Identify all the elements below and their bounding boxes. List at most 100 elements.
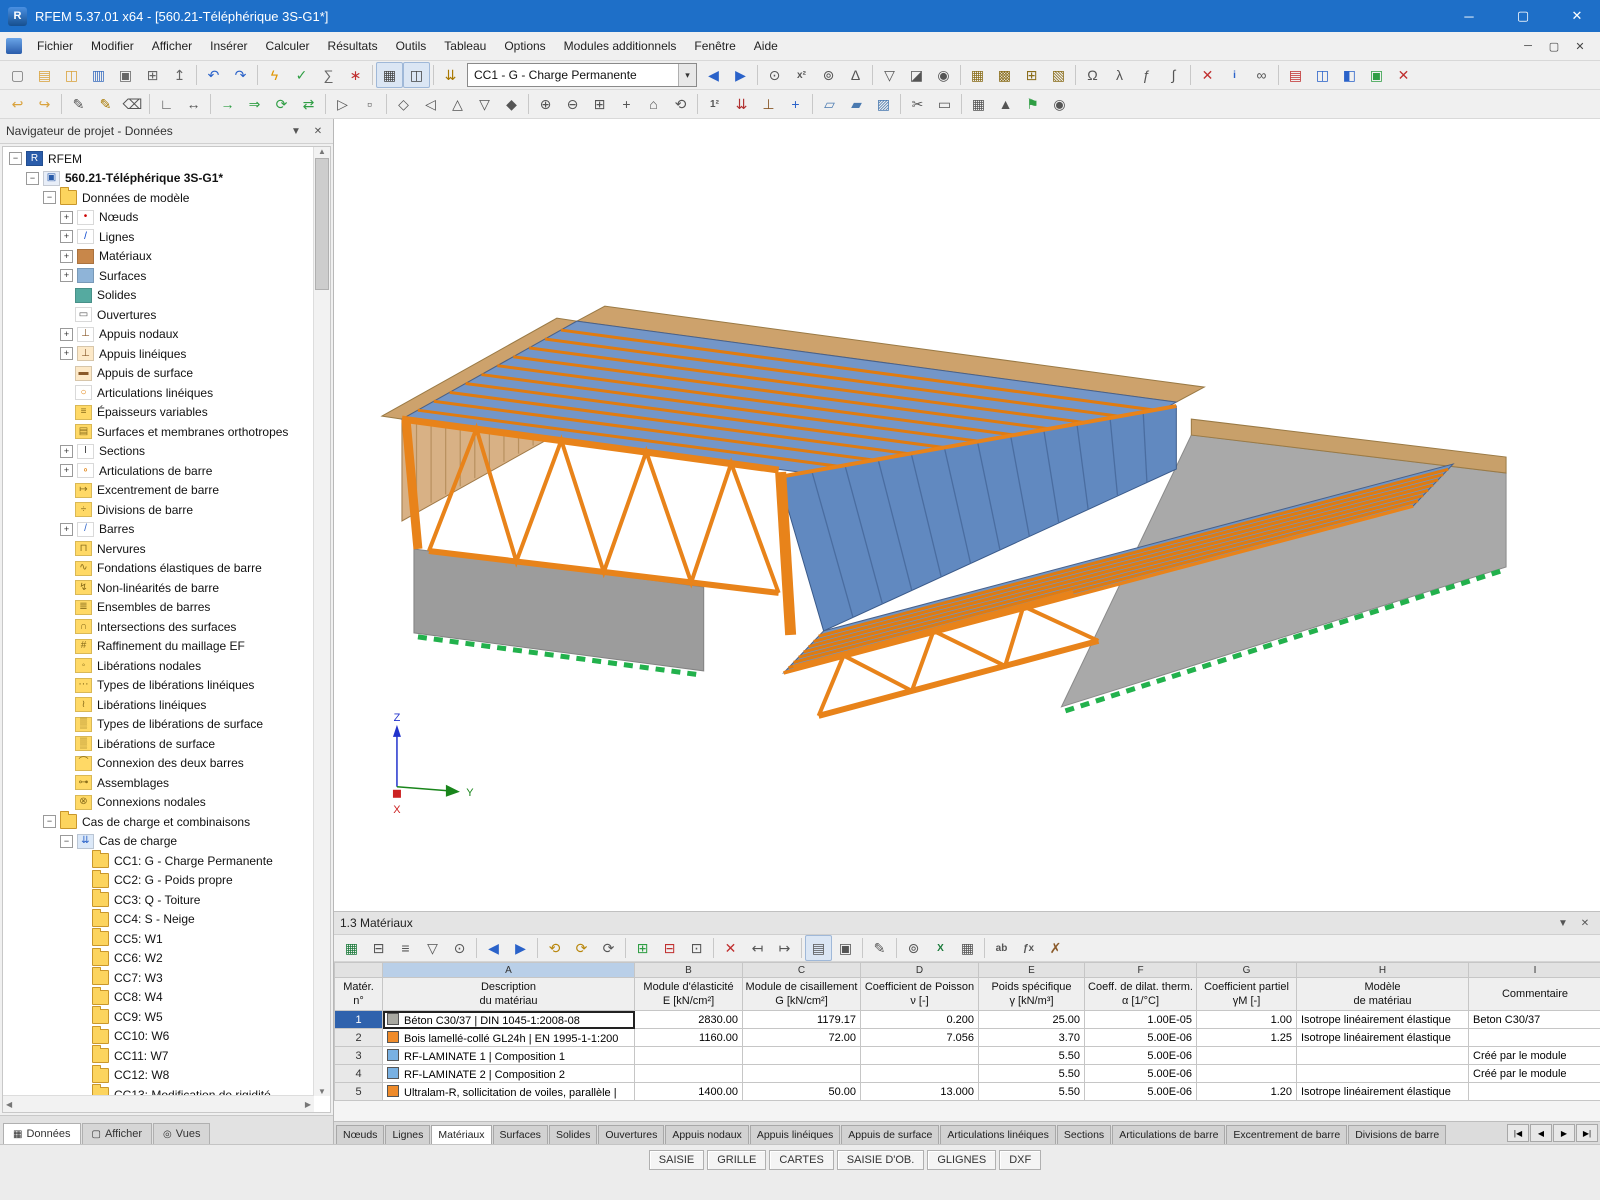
close-button[interactable]: ✕ — [1554, 0, 1600, 32]
table-cell[interactable] — [635, 1047, 743, 1065]
row-number-cell[interactable]: 1 — [335, 1011, 383, 1029]
table-cell[interactable]: 5.00E-06 — [1085, 1083, 1197, 1101]
tree-item-cas-de-charge[interactable]: −⇊Cas de charge — [3, 832, 314, 852]
tree-item-raffinement-du-maillage-ef[interactable]: #Raffinement du maillage EF — [3, 637, 314, 657]
scroll-up-icon[interactable]: ▲ — [318, 147, 326, 156]
column-letter-I[interactable]: I — [1469, 963, 1600, 978]
load-wizard-icon[interactable]: λ — [1106, 62, 1133, 88]
status-dxf[interactable]: DXF — [999, 1150, 1041, 1170]
show-numbering-icon[interactable]: 1² — [701, 91, 728, 117]
next-tab-button[interactable]: ▶ — [1553, 1124, 1575, 1142]
next-load-case-icon[interactable]: ▶ — [727, 62, 754, 88]
table-cell[interactable]: Beton C30/37 — [1469, 1011, 1600, 1029]
tree-item-cc11-w7[interactable]: CC11: W7 — [3, 1046, 314, 1066]
table-cell[interactable] — [635, 1065, 743, 1083]
tree-vertical-scrollbar[interactable]: ▲ ▼ — [313, 147, 330, 1096]
table-cell[interactable]: Isotrope linéairement élastique — [1297, 1029, 1469, 1047]
edit-forward-icon[interactable]: ↪ — [31, 91, 58, 117]
table-to-end-icon[interactable]: ↦ — [771, 935, 798, 961]
export-icon[interactable]: ↥ — [166, 62, 193, 88]
table-cell[interactable]: 72.00 — [743, 1029, 861, 1047]
info-icon[interactable]: i — [1221, 62, 1248, 88]
measure-length-icon[interactable]: ↔ — [180, 91, 207, 117]
expand-box-icon[interactable]: + — [60, 347, 73, 360]
tree-item-solides[interactable]: Solides — [3, 286, 314, 306]
tree-item-appuis-de-surface[interactable]: ▬Appuis de surface — [3, 364, 314, 384]
move-icon[interactable]: → — [214, 91, 241, 117]
tree-item-560-21-t-l-ph-rique-3s-g1[interactable]: −▣560.21-Téléphérique 3S-G1* — [3, 169, 314, 189]
view-in-z-icon[interactable]: ▽ — [471, 91, 498, 117]
table-cell[interactable]: 1.25 — [1197, 1029, 1297, 1047]
tree-item-types-de-lib-rations-de-surface[interactable]: ▒Types de libérations de surface — [3, 715, 314, 735]
maximize-button[interactable]: ▢ — [1500, 0, 1546, 32]
table-cell[interactable] — [743, 1065, 861, 1083]
table-cell[interactable]: 5.00E-06 — [1085, 1065, 1197, 1083]
mesh-refinement-icon[interactable]: ⊞ — [1018, 62, 1045, 88]
navigator-tab-vues[interactable]: ◎Vues — [153, 1123, 210, 1144]
table-cell[interactable] — [1297, 1047, 1469, 1065]
tree-item-types-de-lib-rations-lin-iques[interactable]: ⋯Types de libérations linéiques — [3, 676, 314, 696]
row-number-cell[interactable]: 2 — [335, 1029, 383, 1047]
table-cell[interactable]: 5.50 — [979, 1065, 1085, 1083]
calc-params-icon[interactable]: Ω — [1079, 62, 1106, 88]
menu-ins-rer[interactable]: Insérer — [201, 33, 256, 59]
tree-item-surfaces[interactable]: +Surfaces — [3, 266, 314, 286]
show-tables-icon[interactable]: ▦ — [376, 62, 403, 88]
table-export-excel-icon[interactable]: ▦ — [338, 935, 365, 961]
table-goto-icon[interactable]: ⊚ — [900, 935, 927, 961]
table-filter-off-icon[interactable]: ✗ — [1042, 935, 1069, 961]
tree-item-appuis-nodaux[interactable]: +⊥Appuis nodaux — [3, 325, 314, 345]
coordinates-icon[interactable]: Δ — [842, 62, 869, 88]
tile-horizontal-icon[interactable]: ◫ — [1309, 62, 1336, 88]
select-arrow-icon[interactable]: ▷ — [329, 91, 356, 117]
table-cell[interactable] — [1197, 1047, 1297, 1065]
mdi-close-icon[interactable]: ✕ — [1568, 40, 1592, 53]
table-cell[interactable]: 3.70 — [979, 1029, 1085, 1047]
edit-icon[interactable]: ✎ — [65, 91, 92, 117]
tree-item-lib-rations-lin-iques[interactable]: ≀Libérations linéiques — [3, 695, 314, 715]
tree-item-lib-rations-nodales[interactable]: ◦Libérations nodales — [3, 656, 314, 676]
tile-vertical-icon[interactable]: ◧ — [1336, 62, 1363, 88]
undo-icon[interactable]: ↶ — [200, 62, 227, 88]
menu-outils[interactable]: Outils — [387, 33, 436, 59]
close-window-icon[interactable]: ✕ — [1390, 62, 1417, 88]
table-cell[interactable]: 1160.00 — [635, 1029, 743, 1047]
table-fx-icon[interactable]: ƒx — [1015, 935, 1042, 961]
table-edit-icon[interactable]: ✎ — [866, 935, 893, 961]
tree-item-cc12-w8[interactable]: CC12: W8 — [3, 1066, 314, 1086]
scroll-right-icon[interactable]: ▶ — [305, 1100, 311, 1109]
filter-objects-icon[interactable]: ▽ — [876, 62, 903, 88]
material-description-cell[interactable]: Béton C30/37 | DIN 1045-1:2008-08 — [383, 1011, 635, 1029]
expand-box-icon[interactable]: + — [60, 269, 73, 282]
tree-item-ouvertures[interactable]: ▭Ouvertures — [3, 305, 314, 325]
pin-icon[interactable]: ▼ — [287, 126, 305, 137]
zoom-all-icon[interactable]: ⌂ — [640, 91, 667, 117]
table-calc-icon[interactable]: ▦ — [954, 935, 981, 961]
table-cell[interactable]: Créé par le module — [1469, 1065, 1600, 1083]
scroll-left-icon[interactable]: ◀ — [6, 1100, 12, 1109]
table-pin-icon[interactable]: ▼ — [1554, 918, 1572, 929]
units-icon[interactable]: ∞ — [1248, 62, 1275, 88]
zoom-in-icon[interactable]: ⊕ — [532, 91, 559, 117]
tree-item-rfem[interactable]: −RRFEM — [3, 149, 314, 169]
table-tab-appuis-nodaux[interactable]: Appuis nodaux — [665, 1125, 748, 1144]
table-copy-row-icon[interactable]: ⊡ — [683, 935, 710, 961]
open-file-icon[interactable]: ▤ — [31, 62, 58, 88]
view-isometric-icon[interactable]: ◇ — [390, 91, 417, 117]
menu-calculer[interactable]: Calculer — [257, 33, 319, 59]
column-letter-E[interactable]: E — [979, 963, 1085, 978]
table-import-icon[interactable]: ⊟ — [365, 935, 392, 961]
table-tab-lignes[interactable]: Lignes — [385, 1125, 430, 1144]
table-tab-surfaces[interactable]: Surfaces — [493, 1125, 548, 1144]
table-excel-icon[interactable]: X — [927, 935, 954, 961]
table-tab-divisions-de-barre[interactable]: Divisions de barre — [1348, 1125, 1446, 1144]
table-cell[interactable]: Créé par le module — [1469, 1047, 1600, 1065]
table-cell[interactable] — [1197, 1065, 1297, 1083]
row-number-cell[interactable]: 4 — [335, 1065, 383, 1083]
expand-box-icon[interactable]: + — [60, 211, 73, 224]
tree-item-cc7-w3[interactable]: CC7: W3 — [3, 968, 314, 988]
minimize-button[interactable]: ─ — [1446, 0, 1492, 32]
print-icon[interactable]: ▣ — [112, 62, 139, 88]
rf-modules-icon[interactable]: ∗ — [342, 62, 369, 88]
table-cell[interactable]: 2830.00 — [635, 1011, 743, 1029]
